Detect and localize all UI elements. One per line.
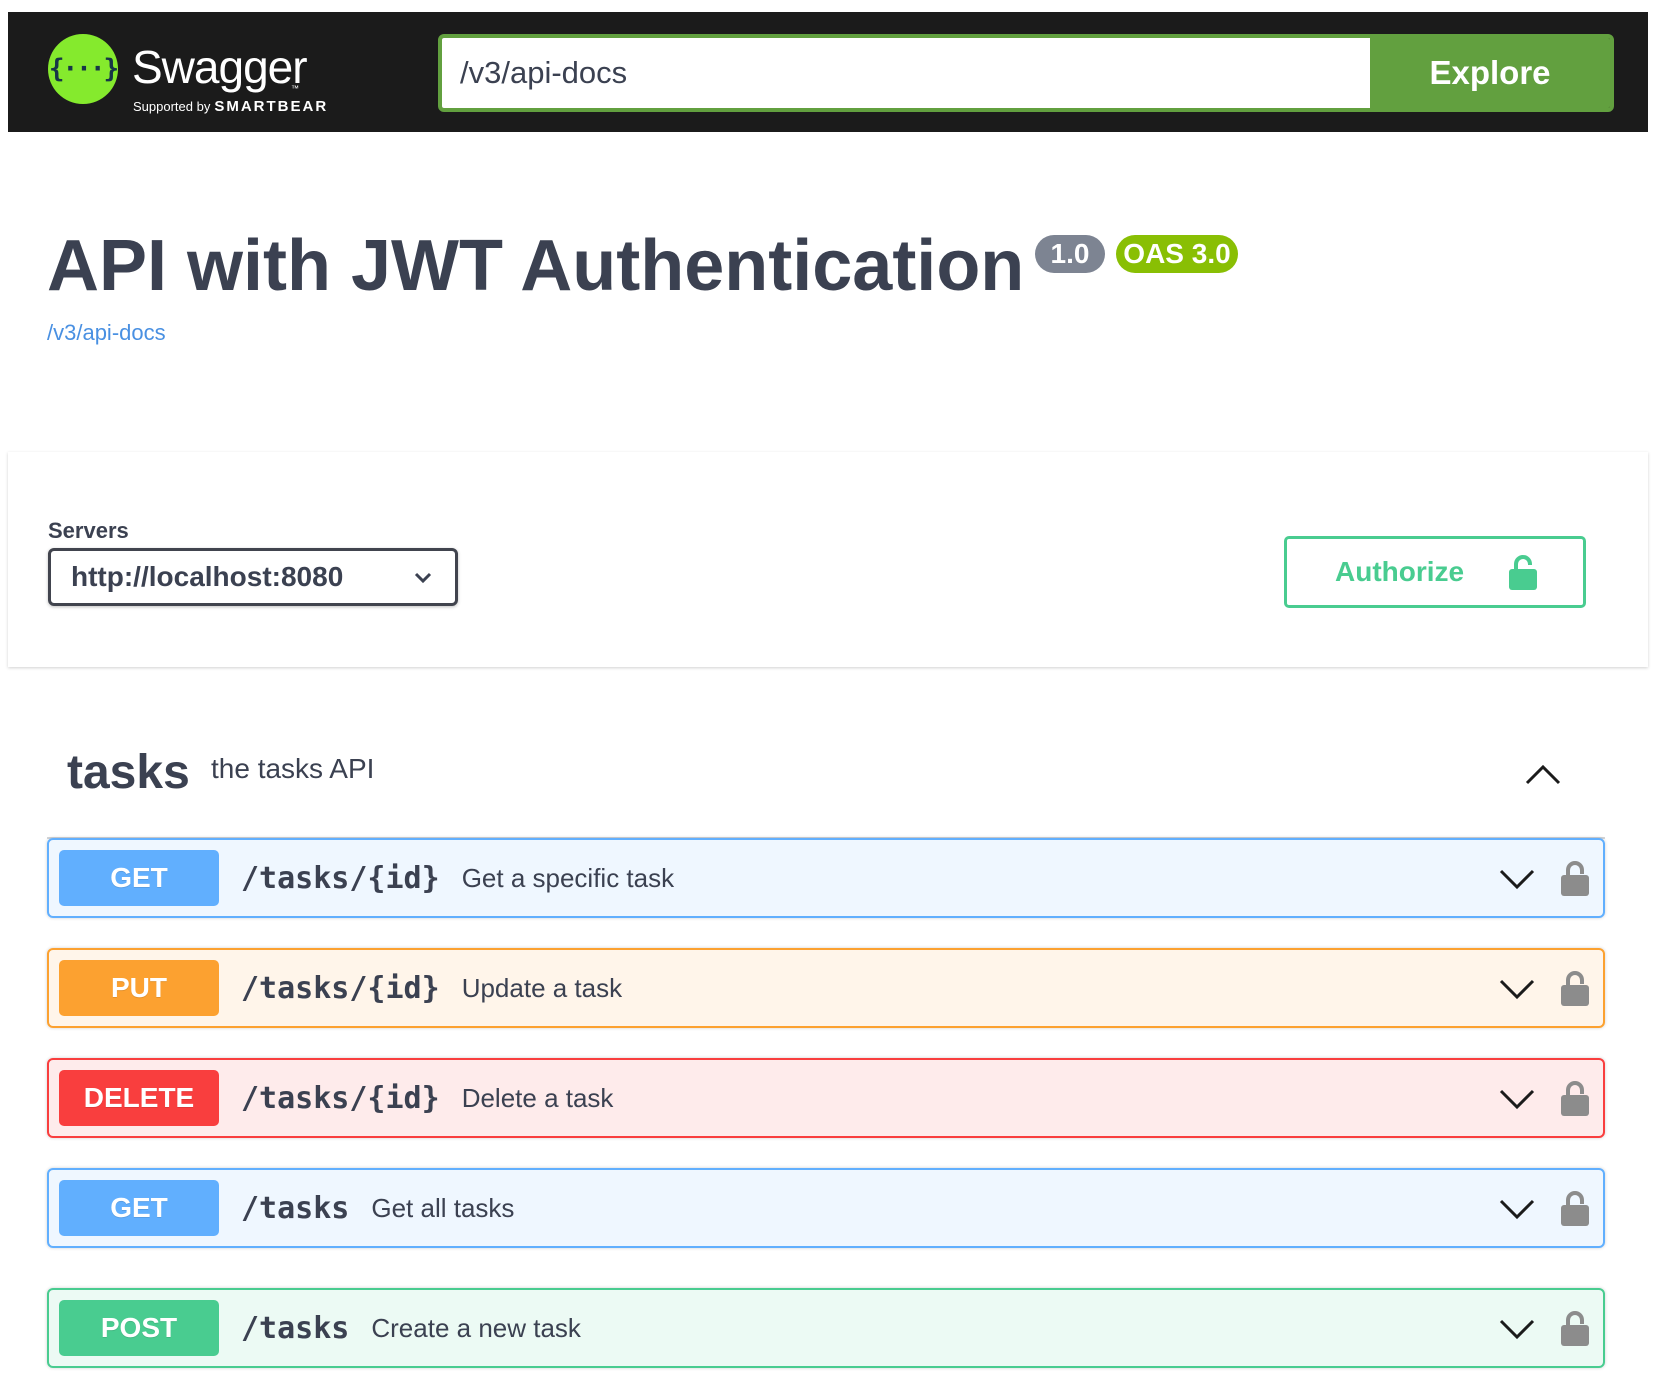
logo-glyph: {···} xyxy=(48,54,119,84)
chevron-down-icon[interactable] xyxy=(1497,1308,1537,1348)
operation-post-task[interactable]: POST /tasks Create a new task xyxy=(47,1288,1605,1368)
operation-summary: Create a new task xyxy=(371,1312,581,1343)
chevron-down-icon[interactable] xyxy=(1497,1188,1537,1228)
unlocked-padlock-icon[interactable] xyxy=(1561,860,1589,896)
tag-name: tasks xyxy=(67,746,190,799)
operation-path: /tasks/{id} xyxy=(241,1080,440,1116)
operation-summary: Get a specific task xyxy=(461,862,675,893)
unlocked-padlock-icon[interactable] xyxy=(1561,1310,1589,1346)
oas-version-badge: OAS 3.0 xyxy=(1116,235,1238,273)
unlocked-padlock-icon[interactable] xyxy=(1561,970,1589,1006)
swagger-logo[interactable]: {···} Swagger ™ Supported by SMARTBEAR xyxy=(48,32,378,115)
unlocked-padlock-icon[interactable] xyxy=(1561,1190,1589,1226)
tag-header-tasks[interactable]: tasks the tasks API xyxy=(47,725,1605,839)
logo-supported-by: Supported by SMARTBEAR xyxy=(133,98,328,115)
servers-select[interactable]: http://localhost:8080 xyxy=(48,548,458,606)
api-url-input[interactable] xyxy=(442,38,1370,108)
servers-label: Servers xyxy=(48,518,129,543)
operation-get-task-by-id[interactable]: GET /tasks/{id} Get a specific task xyxy=(47,838,1605,918)
method-badge: POST xyxy=(59,1300,219,1356)
explore-button[interactable]: Explore xyxy=(1370,38,1610,108)
chevron-down-icon[interactable] xyxy=(1497,968,1537,1008)
authorize-label: Authorize xyxy=(1335,556,1465,587)
method-badge: GET xyxy=(59,1180,219,1236)
chevron-up-icon[interactable] xyxy=(1521,753,1565,797)
operation-path: /tasks xyxy=(241,1190,350,1226)
method-badge: PUT xyxy=(59,960,219,1016)
smartbear-text: SMARTBEAR xyxy=(214,98,329,115)
swagger-logo-icon: {···} xyxy=(48,34,119,104)
api-title: API with JWT Authentication xyxy=(47,226,1025,306)
method-badge: DELETE xyxy=(59,1070,219,1126)
operation-path: /tasks xyxy=(241,1310,350,1346)
chevron-down-icon[interactable] xyxy=(1497,1078,1537,1118)
authorize-button[interactable]: Authorize xyxy=(1284,536,1586,608)
unlocked-padlock-icon[interactable] xyxy=(1561,1080,1589,1116)
tag-description: the tasks API xyxy=(211,753,375,784)
operation-get-all-tasks[interactable]: GET /tasks Get all tasks xyxy=(47,1168,1605,1248)
operation-path: /tasks/{id} xyxy=(241,860,440,896)
logo-trademark: ™ xyxy=(291,84,299,93)
version-badge: 1.0 xyxy=(1035,235,1105,273)
method-badge: GET xyxy=(59,850,219,906)
supported-by-text: Supported by xyxy=(133,99,211,114)
logo-name: Swagger xyxy=(132,41,308,93)
chevron-down-icon xyxy=(414,572,432,584)
scheme-container: Servers http://localhost:8080 Authorize xyxy=(8,452,1648,667)
explore-form: Explore xyxy=(438,34,1614,112)
topbar: {···} Swagger ™ Supported bySMARTBEAR Ex… xyxy=(8,12,1648,132)
operation-summary: Update a task xyxy=(461,972,623,1003)
operation-summary: Get all tasks xyxy=(371,1192,515,1223)
chevron-down-icon[interactable] xyxy=(1497,858,1537,898)
operation-put-task-by-id[interactable]: PUT /tasks/{id} Update a task xyxy=(47,948,1605,1028)
operation-delete-task-by-id[interactable]: DELETE /tasks/{id} Delete a task xyxy=(47,1058,1605,1138)
unlocked-padlock-icon xyxy=(1509,555,1538,590)
operation-summary: Delete a task xyxy=(461,1082,614,1113)
servers-selected-value: http://localhost:8080 xyxy=(71,561,344,592)
spec-url-link[interactable]: /v3/api-docs xyxy=(47,320,166,346)
operation-path: /tasks/{id} xyxy=(241,970,440,1006)
